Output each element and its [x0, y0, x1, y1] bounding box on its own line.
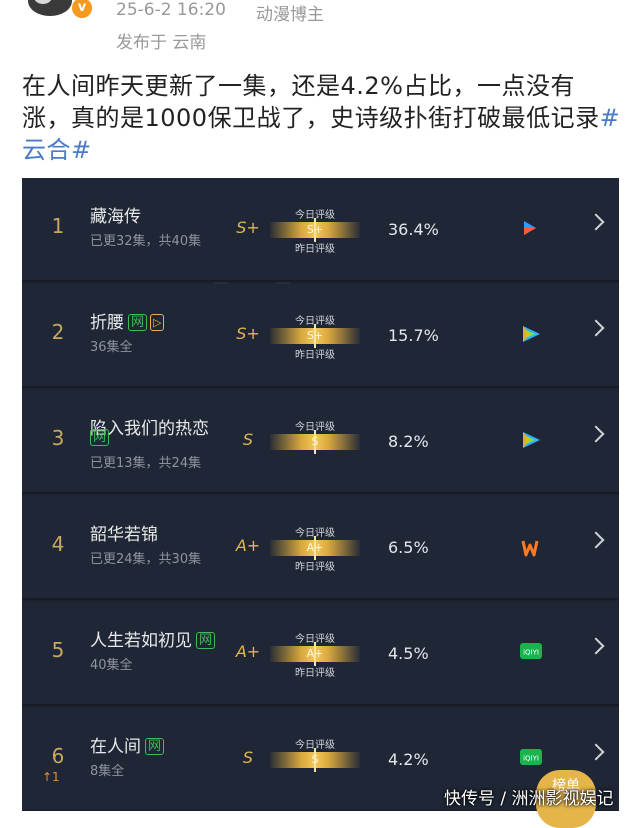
chevron-right-icon[interactable]	[587, 425, 605, 443]
post-body: 在人间昨天更新了一集，还是4.2%占比，一点没有涨，真的是1000保卫战了，史诗…	[22, 70, 622, 166]
ranking-row[interactable]: 1 藏海传 已更32集，共40集 S+ 今日评级 S+ 昨日评级 36.4%	[22, 178, 619, 282]
web-tag: 网	[90, 429, 110, 446]
web-tag: 网	[196, 632, 216, 649]
ranking-row[interactable]: 2 折腰网 ▷ 36集全 S+ 今日评级 S+ 昨日评级 15.7%	[22, 284, 619, 388]
market-share: 4.2%	[388, 750, 429, 769]
footer-watermark: 快传号 / 洲洲影视娱记	[444, 789, 614, 809]
rank-number: 3	[51, 426, 65, 450]
episode-status: 36集全	[90, 340, 133, 355]
web-tag: 网	[145, 738, 165, 755]
rank-number: 6	[51, 744, 65, 768]
rating-bar-grade: A+	[306, 647, 324, 660]
avatar[interactable]	[28, 0, 72, 16]
drama-title-text: 藏海传	[90, 207, 141, 227]
rating-bar-grade: S	[311, 435, 319, 448]
svg-text:iQIYI: iQIYI	[523, 755, 539, 763]
drama-title-text: 折腰	[90, 313, 124, 333]
market-share: 36.4%	[388, 220, 439, 239]
mango-tv-icon	[520, 536, 540, 557]
grade-label: S+	[236, 218, 260, 237]
chevron-right-icon[interactable]	[587, 743, 605, 761]
verified-badge-icon: v	[72, 0, 92, 18]
drama-title: 韶华若锦	[90, 520, 158, 545]
rating-bar: 今日评级 S	[270, 418, 360, 464]
episode-status: 已更24集，共30集	[90, 552, 202, 567]
drama-title-text: 在人间	[90, 737, 141, 757]
market-share: 6.5%	[388, 538, 429, 557]
tencent-video-icon	[520, 430, 540, 450]
grade-label: S+	[236, 324, 260, 343]
grade-label: A+	[235, 642, 261, 661]
rank-number: 2	[51, 320, 65, 344]
post-time: 25-6-2 16:20	[116, 0, 226, 20]
yesterday-rating-label: 昨日评级	[295, 562, 335, 573]
play-tag: ▷	[150, 314, 165, 331]
market-share: 4.5%	[388, 644, 429, 663]
tag-block: 网	[90, 428, 110, 447]
rating-bar-grade: A+	[306, 541, 324, 554]
yesterday-rating-label: 昨日评级	[295, 350, 335, 361]
drama-title: 折腰网 ▷	[90, 308, 165, 333]
rating-bar: 今日评级 S+ 昨日评级	[270, 312, 360, 361]
episode-status: 已更32集，共40集	[90, 234, 202, 249]
episode-status: 已更13集，共24集	[90, 456, 202, 471]
drama-title-text: 韶华若锦	[90, 525, 158, 545]
rating-bar-grade: S+	[306, 223, 324, 236]
post-text: 在人间昨天更新了一集，还是4.2%占比，一点没有涨，真的是1000保卫战了，史诗…	[22, 72, 600, 132]
chevron-right-icon[interactable]	[587, 531, 605, 549]
rating-bar-grade: S+	[306, 329, 324, 342]
drama-title: 在人间网	[90, 732, 165, 757]
grade-label: S	[242, 430, 254, 449]
grade-label: A+	[235, 536, 261, 555]
rating-bar: 今日评级 S+ 昨日评级	[270, 206, 360, 255]
ranking-row[interactable]: 4 韶华若锦 已更24集，共30集 A+ 今日评级 A+ 昨日评级 6.5%	[22, 496, 619, 600]
chevron-right-icon[interactable]	[587, 637, 605, 655]
grade-label: S	[242, 748, 254, 767]
rank-change: ↑1	[42, 770, 60, 784]
rank-number: 1	[51, 214, 65, 238]
rating-bar: 今日评级 A+ 昨日评级	[270, 630, 360, 679]
yesterday-rating-label: 昨日评级	[295, 668, 335, 679]
post-source[interactable]: 动漫博主	[256, 0, 324, 25]
rank-number: 5	[51, 638, 65, 662]
web-tag: 网	[128, 314, 148, 331]
rating-bar: 今日评级 A+ 昨日评级	[270, 524, 360, 573]
drama-title: 藏海传	[90, 202, 141, 227]
market-share: 15.7%	[388, 326, 439, 345]
post-location: 发布于 云南	[116, 33, 207, 53]
youku-icon	[520, 218, 540, 238]
episode-status: 8集全	[90, 764, 125, 779]
rank-number: 4	[51, 532, 65, 556]
svg-text:iQIYI: iQIYI	[523, 649, 539, 657]
rating-bar-grade: S	[311, 753, 319, 766]
drama-title-text: 人生若如初见	[90, 631, 192, 651]
post-header: v 25-6-2 16:20 动漫博主 发布于 云南	[0, 0, 640, 60]
rating-bar: 今日评级 S	[270, 736, 360, 782]
yesterday-rating-label: 昨日评级	[295, 244, 335, 255]
episode-status: 40集全	[90, 658, 133, 673]
ranking-row[interactable]: 3 陷入我们的热恋网已更13集，共24集 S 今日评级 S 8.2%	[22, 390, 619, 494]
iqiyi-icon: iQIYI	[520, 748, 542, 768]
ranking-panel: 云合 云合 1藏海传已更32集，共40集S+今日评级S+昨日评级36.4%2折腰…	[22, 178, 619, 811]
chevron-right-icon[interactable]	[587, 319, 605, 337]
market-share: 8.2%	[388, 432, 429, 451]
ranking-row[interactable]: 5 人生若如初见网 40集全 A+ 今日评级 A+ 昨日评级 4.5% iQIYI	[22, 602, 619, 706]
iqiyi-icon: iQIYI	[520, 642, 542, 662]
drama-title: 人生若如初见网	[90, 626, 216, 651]
tencent-video-icon	[520, 324, 540, 344]
chevron-right-icon[interactable]	[587, 213, 605, 231]
